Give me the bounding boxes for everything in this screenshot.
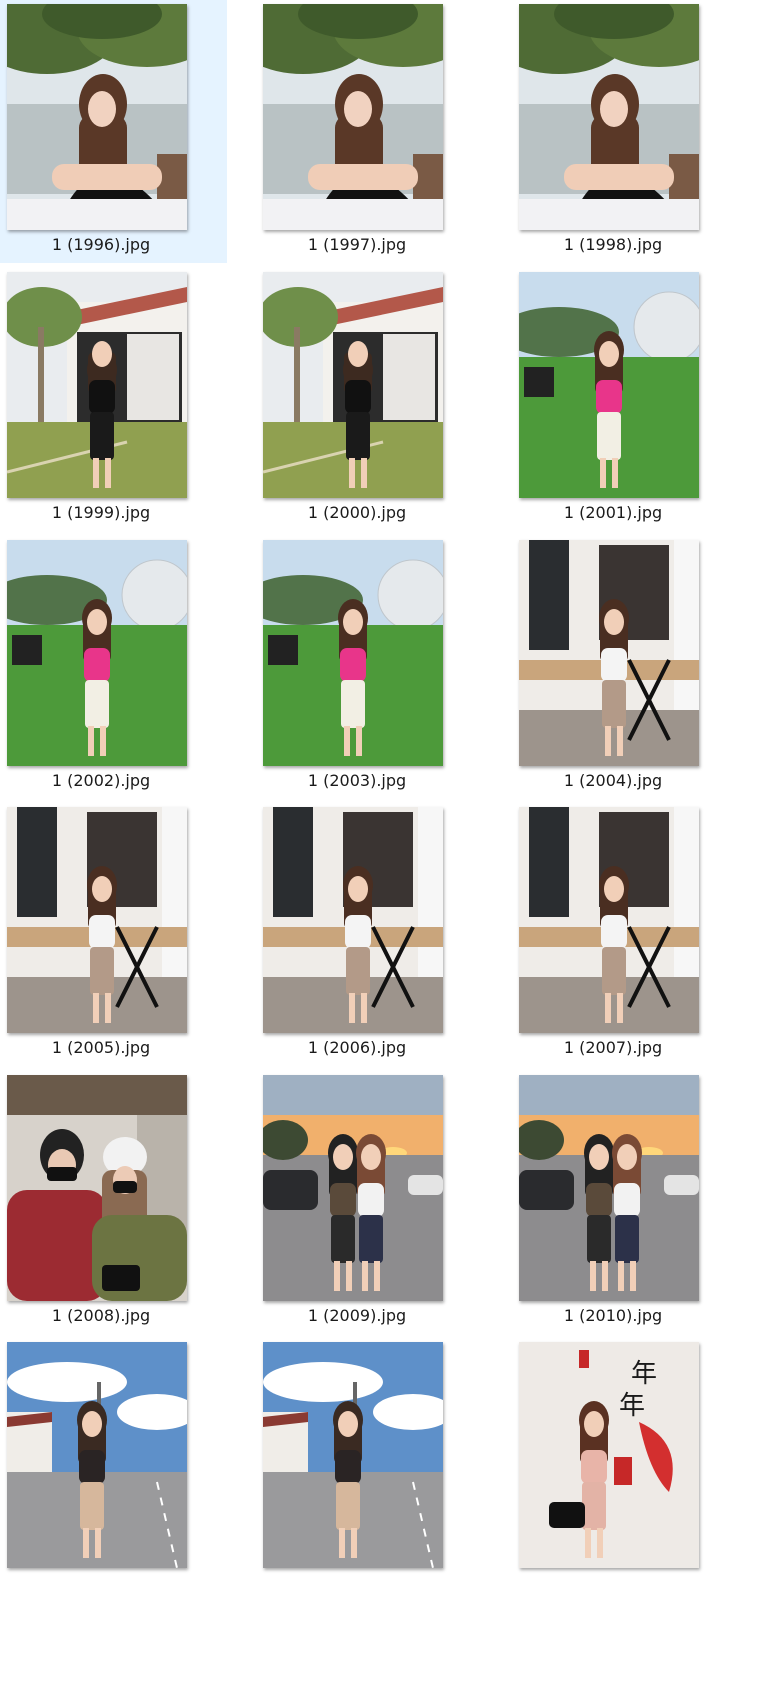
file-name: 1 (2008).jpg — [51, 1306, 151, 1325]
file-thumbnail[interactable] — [519, 1075, 699, 1301]
file-thumbnail[interactable] — [7, 4, 187, 230]
file-item[interactable] — [0, 1338, 227, 1601]
file-grid: 1 (1996).jpg 1 (1997).jpg 1 (1998).jpg 1… — [0, 0, 764, 1699]
file-item[interactable]: 年 年 — [512, 1338, 739, 1601]
file-thumbnail[interactable] — [7, 272, 187, 498]
file-thumbnail[interactable] — [263, 1075, 443, 1301]
file-thumbnail[interactable] — [519, 540, 699, 766]
file-name: 1 (2003).jpg — [307, 771, 407, 790]
file-item[interactable]: 1 (2003).jpg — [256, 536, 483, 799]
svg-text:年: 年 — [631, 1359, 657, 1389]
file-item[interactable]: 1 (2008).jpg — [0, 1071, 227, 1334]
file-item[interactable]: 1 (2010).jpg — [512, 1071, 739, 1334]
file-thumbnail[interactable]: 年 年 — [519, 1342, 699, 1568]
file-item[interactable]: 1 (2005).jpg — [0, 803, 227, 1066]
file-thumbnail[interactable] — [263, 272, 443, 498]
file-item[interactable]: 1 (2009).jpg — [256, 1071, 483, 1334]
file-thumbnail[interactable] — [519, 807, 699, 1033]
file-name: 1 (1997).jpg — [307, 235, 407, 254]
file-thumbnail[interactable] — [519, 272, 699, 498]
file-item[interactable]: 1 (2006).jpg — [256, 803, 483, 1066]
file-thumbnail[interactable] — [263, 1342, 443, 1568]
file-name: 1 (2002).jpg — [51, 771, 151, 790]
file-thumbnail[interactable] — [519, 4, 699, 230]
file-thumbnail[interactable] — [7, 1075, 187, 1301]
file-name: 1 (2006).jpg — [307, 1038, 407, 1057]
file-name: 1 (2007).jpg — [563, 1038, 663, 1057]
file-name: 1 (2010).jpg — [563, 1306, 663, 1325]
file-name: 1 (2004).jpg — [563, 771, 663, 790]
file-item[interactable]: 1 (1998).jpg — [512, 0, 739, 263]
file-name: 1 (2005).jpg — [51, 1038, 151, 1057]
file-name: 1 (2000).jpg — [307, 503, 407, 522]
file-item[interactable]: 1 (1999).jpg — [0, 268, 227, 531]
file-thumbnail[interactable] — [263, 4, 443, 230]
file-name: 1 (2009).jpg — [307, 1306, 407, 1325]
file-item[interactable]: 1 (1997).jpg — [256, 0, 483, 263]
file-item[interactable] — [256, 1338, 483, 1601]
file-item[interactable]: 1 (2001).jpg — [512, 268, 739, 531]
file-name: 1 (1998).jpg — [563, 235, 663, 254]
file-thumbnail[interactable] — [263, 540, 443, 766]
file-item[interactable]: 1 (2007).jpg — [512, 803, 739, 1066]
file-thumbnail[interactable] — [263, 807, 443, 1033]
file-item[interactable]: 1 (2000).jpg — [256, 268, 483, 531]
file-thumbnail[interactable] — [7, 540, 187, 766]
file-thumbnail[interactable] — [7, 1342, 187, 1568]
file-item[interactable]: 1 (2002).jpg — [0, 536, 227, 799]
file-item[interactable]: 1 (1996).jpg — [0, 0, 227, 263]
file-name: 1 (2001).jpg — [563, 503, 663, 522]
file-name: 1 (1996).jpg — [51, 235, 151, 254]
file-name: 1 (1999).jpg — [51, 503, 151, 522]
file-thumbnail[interactable] — [7, 807, 187, 1033]
file-item[interactable]: 1 (2004).jpg — [512, 536, 739, 799]
svg-text:年: 年 — [619, 1391, 645, 1421]
